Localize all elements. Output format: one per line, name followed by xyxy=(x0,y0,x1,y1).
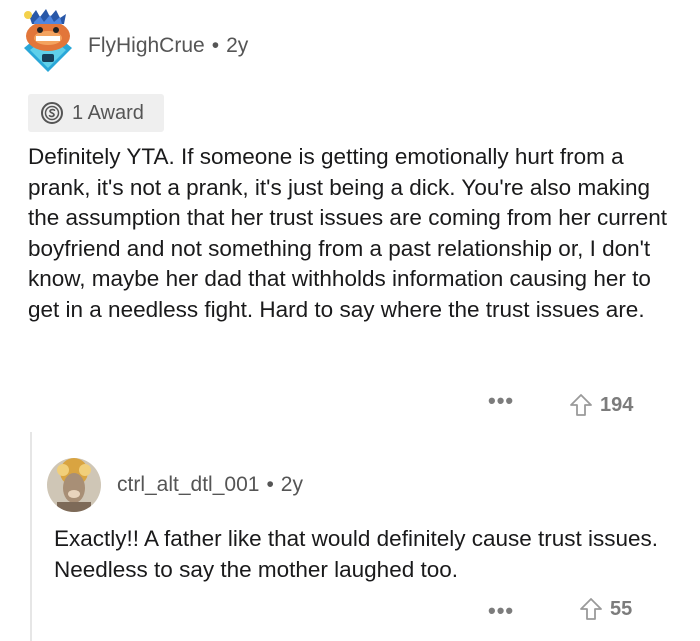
snoo-avatar[interactable] xyxy=(20,8,76,72)
award-label: 1 Award xyxy=(72,101,144,124)
meta-separator: • xyxy=(266,473,274,496)
reply-author-name[interactable]: ctrl_alt_dtl_001 xyxy=(117,473,259,496)
reply-more-options-button[interactable]: ••• xyxy=(488,600,514,622)
comment-thread: FlyHighCrue • 2y 1 Award Definitely YTA. I… xyxy=(0,0,700,641)
vote-count: 194 xyxy=(600,393,634,416)
upvote-button[interactable]: 194 xyxy=(568,392,633,418)
reply-age: 2y xyxy=(280,473,303,496)
profile-photo[interactable] xyxy=(47,458,101,512)
award-badge[interactable]: 1 Award xyxy=(28,94,164,132)
comment-age: 2y xyxy=(226,34,249,57)
reply-actions: ••• xyxy=(488,600,514,622)
upvote-arrow-icon xyxy=(580,598,602,620)
comment-meta: FlyHighCrue • 2y xyxy=(88,34,248,58)
comment-body: Definitely YTA. If someone is getting em… xyxy=(28,144,668,322)
reply-vote-count: 55 xyxy=(610,597,633,620)
vote-area: 194 xyxy=(568,392,633,418)
more-options-button[interactable]: ••• xyxy=(488,390,514,412)
comment-actions: ••• xyxy=(488,390,514,412)
reply-vote-area: 55 xyxy=(578,596,632,622)
silver-award-icon xyxy=(41,102,63,124)
meta-separator: • xyxy=(211,34,220,57)
thread-line[interactable] xyxy=(30,432,32,641)
upvote-arrow-icon xyxy=(570,394,592,416)
reply-meta: ctrl_alt_dtl_001 • 2y xyxy=(117,473,303,497)
author-name[interactable]: FlyHighCrue xyxy=(88,34,205,57)
reply-body: Exactly!! A father like that would defin… xyxy=(54,526,659,582)
reply-upvote-button[interactable]: 55 xyxy=(578,596,632,622)
